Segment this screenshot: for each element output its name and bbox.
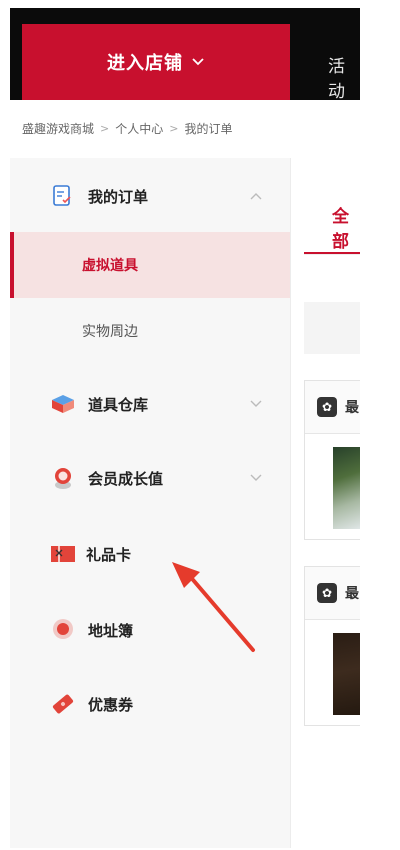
sidebar: 我的订单 虚拟道具 实物周边 道具仓库 会员成长值 礼品卡 地址簿 优惠券: [10, 158, 291, 848]
order-card-header: ✿ 最: [305, 381, 360, 434]
enter-store-button[interactable]: 进入店铺: [22, 24, 290, 100]
order-card-title: 最: [345, 400, 359, 416]
main-content: 全部 ✿ 最 ✿ 最: [292, 158, 360, 850]
active-indicator: [10, 232, 14, 298]
sidebar-item-label: 会员成长值: [88, 469, 164, 488]
sidebar-item-label: 礼品卡: [86, 545, 132, 564]
sidebar-subitem-virtual-items[interactable]: 虚拟道具: [10, 232, 290, 298]
sidebar-subitem-label: 实物周边: [82, 324, 138, 340]
sidebar-item-label: 优惠券: [88, 695, 134, 714]
box-icon: [50, 391, 76, 417]
filter-bar: [304, 302, 360, 354]
order-card[interactable]: ✿ 最: [304, 380, 360, 540]
location-pin-icon: [50, 617, 76, 643]
chevron-down-icon: [250, 397, 262, 411]
breadcrumb-current: 我的订单: [184, 122, 233, 136]
breadcrumb-separator: >: [169, 122, 179, 135]
game-icon: ✿: [317, 397, 337, 417]
product-thumbnail: [333, 447, 360, 529]
sidebar-item-my-orders[interactable]: 我的订单: [10, 176, 290, 216]
chevron-down-icon: [191, 55, 205, 71]
nav-activity-link[interactable]: 活动: [328, 52, 360, 102]
order-card-header: ✿ 最: [305, 567, 360, 620]
gift-card-icon: [50, 541, 76, 567]
tab-all[interactable]: 全部: [332, 202, 360, 252]
sidebar-subitem-label: 虚拟道具: [82, 258, 138, 274]
sidebar-item-label: 道具仓库: [88, 395, 149, 414]
chevron-up-icon: [250, 189, 262, 203]
breadcrumb-separator: >: [100, 122, 110, 135]
medal-icon: [50, 465, 76, 491]
receipt-icon: [50, 183, 76, 209]
chevron-down-icon: [250, 471, 262, 485]
top-nav-bar: 进入店铺 活动: [10, 8, 360, 102]
order-card-title: 最: [345, 586, 359, 602]
sidebar-item-label: 地址簿: [88, 621, 134, 640]
sidebar-item-member-growth[interactable]: 会员成长值: [10, 458, 290, 498]
game-icon: ✿: [317, 583, 337, 603]
active-tab-underline: [304, 252, 360, 254]
product-thumbnail: [333, 633, 360, 715]
sidebar-subitem-physical-merch[interactable]: 实物周边: [10, 298, 290, 364]
sidebar-item-gift-card[interactable]: 礼品卡: [10, 534, 290, 574]
breadcrumb: 盛趣游戏商城 > 个人中心 > 我的订单: [22, 120, 232, 137]
order-card[interactable]: ✿ 最: [304, 566, 360, 726]
enter-store-label: 进入店铺: [107, 53, 183, 74]
tab-divider: [304, 254, 360, 255]
breadcrumb-home[interactable]: 盛趣游戏商城: [22, 120, 94, 137]
breadcrumb-user-center[interactable]: 个人中心: [115, 120, 163, 137]
sidebar-item-address-book[interactable]: 地址簿: [10, 610, 290, 650]
sidebar-item-label: 我的订单: [88, 187, 149, 206]
ticket-icon: [50, 691, 76, 717]
sidebar-item-warehouse[interactable]: 道具仓库: [10, 384, 290, 424]
sidebar-item-coupons[interactable]: 优惠券: [10, 684, 290, 724]
